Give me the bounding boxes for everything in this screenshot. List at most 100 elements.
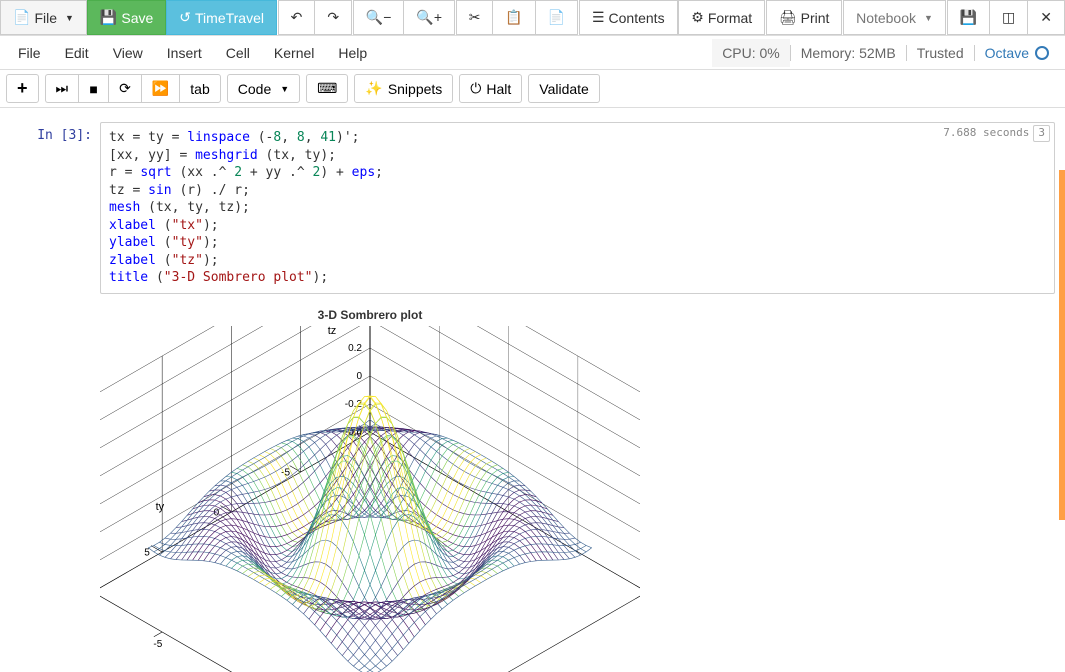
zoom-out-button[interactable]: 🔍−: [353, 0, 404, 35]
code-editor[interactable]: 7.688 seconds3tx = ty = linspace (-8, 8,…: [100, 122, 1055, 294]
notebook-dropdown[interactable]: Notebook ▼: [843, 0, 946, 35]
stop-button[interactable]: ■: [78, 74, 108, 103]
print-button[interactable]: 🖨 Print: [766, 0, 843, 35]
snippets-label: Snippets: [388, 81, 442, 97]
menu-file[interactable]: File: [6, 39, 53, 67]
menu-insert[interactable]: Insert: [155, 39, 214, 67]
file-icon: 📄: [13, 9, 30, 26]
timetravel-label: TimeTravel: [195, 10, 264, 26]
tab-button[interactable]: tab: [179, 74, 220, 103]
celltype-label: Code: [238, 81, 271, 97]
format-button[interactable]: ⚙ Format: [678, 0, 765, 35]
timetravel-button[interactable]: ↺ TimeTravel: [166, 0, 277, 35]
redo-icon: ↷: [327, 9, 339, 26]
menu-kernel[interactable]: Kernel: [262, 39, 326, 67]
cut-icon: ✂: [469, 9, 481, 26]
menu-view[interactable]: View: [101, 39, 155, 67]
cpu-status: CPU: 0%: [712, 39, 790, 67]
keyboard-icon: ⌨: [317, 80, 337, 97]
svg-text:0.2: 0.2: [348, 343, 362, 354]
restart-button[interactable]: ⟳: [108, 74, 141, 103]
insert-cell-button[interactable]: +: [6, 74, 39, 103]
plot-title: 3-D Sombrero plot: [100, 308, 640, 322]
close-icon: ✕: [1040, 9, 1052, 26]
close-button[interactable]: ✕: [1027, 0, 1065, 35]
stop-icon: ■: [89, 81, 97, 97]
undo-icon: ↶: [291, 9, 303, 26]
file-dropdown[interactable]: 📄 File ▼: [0, 0, 87, 35]
cell-index: 3: [1033, 125, 1050, 142]
svg-text:ty: ty: [156, 501, 165, 513]
scroll-indicator[interactable]: [1059, 170, 1065, 520]
kernel-status[interactable]: Octave: [974, 45, 1059, 61]
zoom-out-icon: 🔍−: [366, 9, 392, 26]
cell-meta: 7.688 seconds 3: [943, 125, 1050, 142]
menu-cell[interactable]: Cell: [214, 39, 262, 67]
magic-icon: ✨: [365, 80, 382, 97]
run-all-button[interactable]: ⏩: [141, 74, 179, 103]
copy-button[interactable]: 📋: [492, 0, 534, 35]
contents-label: Contents: [609, 10, 665, 26]
notebook-label: Notebook: [856, 10, 916, 26]
print-icon: 🖨: [779, 9, 797, 26]
cell-output: 3-D Sombrero plot -0.4-0.200.20.40.60.81…: [100, 298, 1055, 672]
menu-bar: File Edit View Insert Cell Kernel Help C…: [0, 36, 1065, 70]
zoom-in-icon: 🔍+: [416, 9, 442, 26]
memory-status: Memory: 52MB: [790, 45, 906, 61]
format-icon: ⚙: [691, 9, 704, 26]
validate-button[interactable]: Validate: [528, 74, 600, 103]
paste-icon: 📄: [548, 9, 565, 26]
cell-timing: 7.688 seconds: [943, 126, 1029, 141]
redo-button[interactable]: ↷: [314, 0, 352, 35]
save-label: Save: [121, 10, 153, 26]
sombrero-plot: -0.4-0.200.20.40.60.81-10-50510-10-50510…: [100, 326, 640, 672]
kernel-name: Octave: [985, 45, 1029, 61]
format-label: Format: [708, 10, 752, 26]
trusted-status[interactable]: Trusted: [906, 45, 974, 61]
undo-button[interactable]: ↶: [278, 0, 315, 35]
fast-forward-icon: ⏩: [152, 80, 169, 97]
notebook-area[interactable]: In [3]: 7.688 seconds3tx = ty = linspace…: [0, 108, 1065, 672]
input-prompt: In [3]:: [10, 122, 100, 294]
split-icon: ◫: [1002, 9, 1015, 26]
action-bar: + ⏭ ■ ⟳ ⏩ tab Code ▼ ⌨ ✨ Snippets ⏻ Halt…: [0, 70, 1065, 108]
list-icon: ☰: [592, 9, 605, 26]
file-label: File: [34, 10, 57, 26]
copy-icon: 📋: [505, 9, 522, 26]
svg-text:-0.2: -0.2: [345, 399, 363, 410]
refresh-icon: ⟳: [119, 80, 131, 97]
plus-icon: +: [17, 78, 28, 99]
power-icon: ⏻: [470, 80, 481, 97]
step-icon: ⏭: [56, 80, 69, 97]
save-alt-button[interactable]: 💾: [947, 0, 989, 35]
menu-help[interactable]: Help: [326, 39, 379, 67]
save-icon: 💾: [960, 9, 977, 26]
celltype-dropdown[interactable]: Code ▼: [227, 74, 300, 103]
code-cell[interactable]: In [3]: 7.688 seconds3tx = ty = linspace…: [10, 122, 1055, 294]
svg-text:tz: tz: [328, 326, 337, 337]
caret-down-icon: ▼: [280, 84, 289, 94]
snippets-button[interactable]: ✨ Snippets: [354, 74, 453, 103]
halt-button[interactable]: ⏻ Halt: [459, 74, 522, 103]
paste-button[interactable]: 📄: [535, 0, 578, 35]
zoom-in-button[interactable]: 🔍+: [403, 0, 455, 35]
cut-button[interactable]: ✂: [456, 0, 493, 35]
top-toolbar: 📄 File ▼ 💾 Save ↺ TimeTravel ↶ ↷ 🔍− 🔍+ ✂…: [0, 0, 1065, 36]
caret-down-icon: ▼: [65, 13, 74, 23]
split-button[interactable]: ◫: [989, 0, 1027, 35]
halt-label: Halt: [486, 81, 511, 97]
save-button[interactable]: 💾 Save: [87, 0, 166, 35]
svg-text:0: 0: [356, 371, 362, 382]
menu-edit[interactable]: Edit: [53, 39, 101, 67]
contents-button[interactable]: ☰ Contents: [579, 0, 678, 35]
history-icon: ↺: [179, 9, 191, 26]
svg-text:-5: -5: [153, 639, 162, 650]
kernel-idle-icon: [1035, 46, 1049, 60]
keyboard-button[interactable]: ⌨: [306, 74, 348, 103]
caret-down-icon: ▼: [924, 13, 933, 23]
print-label: Print: [801, 10, 830, 26]
svg-text:5: 5: [144, 548, 150, 559]
run-button[interactable]: ⏭: [45, 74, 79, 103]
status-group: CPU: 0% Memory: 52MB Trusted Octave: [712, 39, 1059, 67]
save-icon: 💾: [100, 9, 117, 26]
